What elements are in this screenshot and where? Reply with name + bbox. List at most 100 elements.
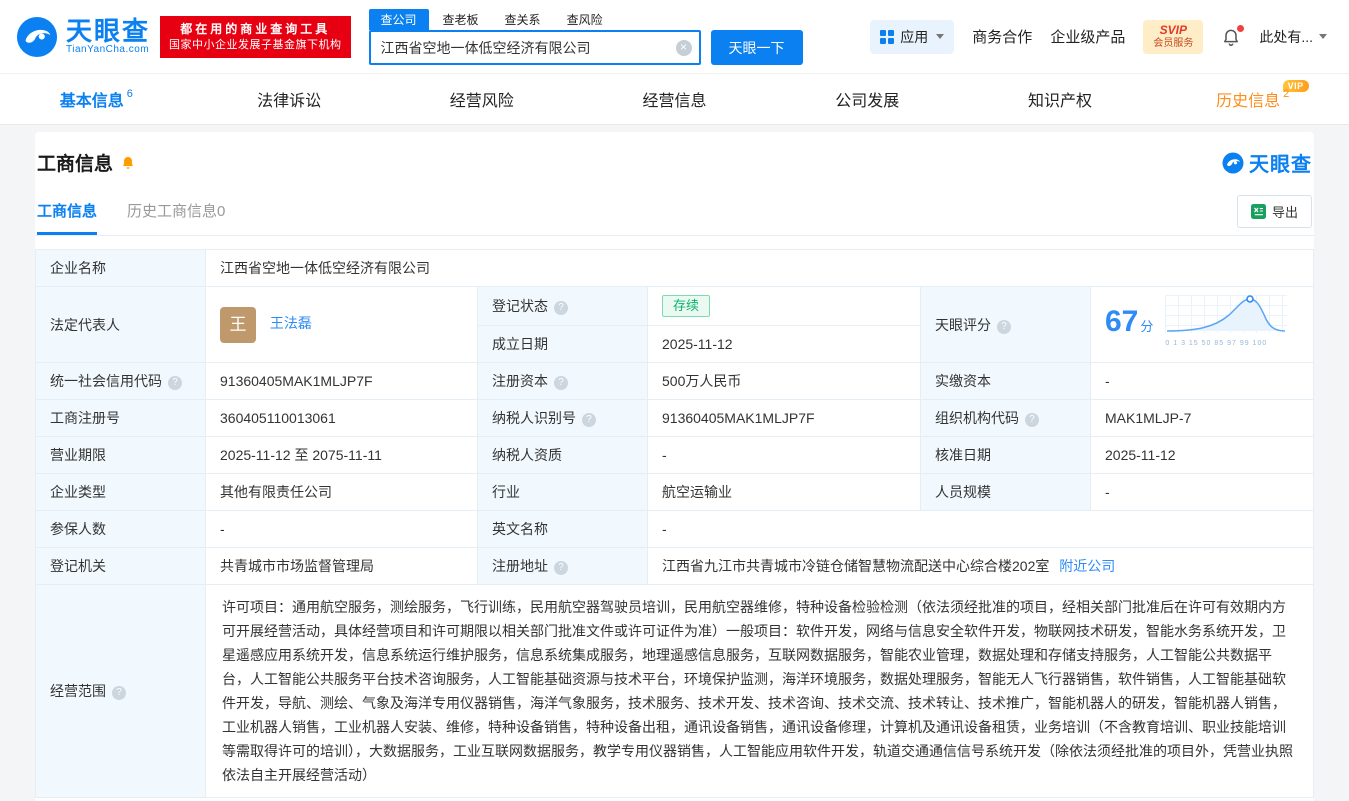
apps-grid-icon bbox=[880, 30, 894, 44]
business-cooperation-link[interactable]: 商务合作 bbox=[972, 26, 1032, 47]
help-icon[interactable]: ? bbox=[554, 301, 568, 315]
notification-dot bbox=[1237, 25, 1244, 32]
business-info-table: 企业名称 江西省空地一体低空经济有限公司 法定代表人 王 王法磊 登记状态? 存… bbox=[35, 249, 1314, 798]
apps-label: 应用 bbox=[900, 27, 928, 47]
tab-count-badge: 6 bbox=[127, 88, 133, 100]
paid-capital-label: 实缴资本 bbox=[921, 363, 1091, 400]
score-curve-chart: 0 1 3 15 50 85 97 99 100 bbox=[1165, 295, 1287, 354]
promo-badge: 都在用的商业查询工具 国家中小企业发展子基金旗下机构 bbox=[160, 16, 351, 58]
tianyancha-watermark-icon bbox=[1222, 152, 1244, 174]
help-icon[interactable]: ? bbox=[997, 320, 1011, 334]
help-icon[interactable]: ? bbox=[554, 376, 568, 390]
nearby-companies-link[interactable]: 附近公司 bbox=[1059, 558, 1115, 574]
search-button[interactable]: 天眼一下 bbox=[711, 30, 803, 65]
credit-code-label: 统一社会信用代码? bbox=[36, 363, 206, 400]
establish-date-label: 成立日期 bbox=[478, 326, 648, 363]
tab-count-badge: 2 bbox=[1283, 88, 1289, 100]
tab-legal-litigation[interactable]: 法律诉讼 bbox=[193, 74, 386, 124]
company-section-nav: 基本信息6 法律诉讼 经营风险 经营信息 公司发展 知识产权 VIP 历史信息2 bbox=[0, 74, 1349, 125]
apps-menu-button[interactable]: 应用 bbox=[870, 20, 954, 54]
score-label: 天眼评分? bbox=[921, 287, 1091, 363]
table-row: 登记机关 共青城市市场监督管理局 注册地址? 江西省九江市共青城市冷链仓储智慧物… bbox=[36, 548, 1314, 585]
legal-rep-link[interactable]: 王法磊 bbox=[270, 315, 312, 331]
help-icon[interactable]: ? bbox=[112, 686, 126, 700]
help-icon[interactable]: ? bbox=[1025, 413, 1039, 427]
search-tab-risk[interactable]: 查风险 bbox=[555, 9, 615, 30]
subtab-business-info[interactable]: 工商信息 bbox=[37, 200, 97, 235]
logo-subtitle: TianYanCha.com bbox=[66, 44, 150, 55]
paid-capital-value: - bbox=[1091, 363, 1314, 400]
header-menu: 应用 商务合作 企业级产品 SVIP 会员服务 此处有... bbox=[870, 20, 1327, 54]
org-code-value: MAK1MLJP-7 bbox=[1091, 400, 1314, 437]
staff-size-label: 人员规模 bbox=[921, 474, 1091, 511]
chevron-down-icon bbox=[936, 34, 944, 39]
business-term-value: 2025-11-12 至 2075-11-11 bbox=[206, 437, 478, 474]
company-type-label: 企业类型 bbox=[36, 474, 206, 511]
search-block: 查公司 查老板 查关系 查风险 × 天眼一下 bbox=[369, 8, 803, 65]
score-curve bbox=[1165, 295, 1287, 333]
tab-history-info[interactable]: VIP 历史信息2 bbox=[1156, 74, 1349, 124]
industry-value: 航空运输业 bbox=[648, 474, 921, 511]
score-value: 67分 0 1 3 15 50 85 97 99 100 bbox=[1091, 287, 1314, 363]
reg-capital-label: 注册资本? bbox=[478, 363, 648, 400]
legal-rep-avatar[interactable]: 王 bbox=[220, 307, 256, 343]
help-icon[interactable]: ? bbox=[168, 376, 182, 390]
business-scope-label: 经营范围? bbox=[36, 585, 206, 798]
insured-count-label: 参保人数 bbox=[36, 511, 206, 548]
search-tabs: 查公司 查老板 查关系 查风险 bbox=[369, 8, 803, 30]
taxpayer-id-value: 91360405MAK1MLJP7F bbox=[648, 400, 921, 437]
staff-size-value: - bbox=[1091, 474, 1314, 511]
approval-date-label: 核准日期 bbox=[921, 437, 1091, 474]
table-row: 营业期限 2025-11-12 至 2075-11-11 纳税人资质 - 核准日… bbox=[36, 437, 1314, 474]
company-type-value: 其他有限责任公司 bbox=[206, 474, 478, 511]
help-icon[interactable]: ? bbox=[582, 413, 596, 427]
company-name-label: 企业名称 bbox=[36, 250, 206, 287]
logo-title: 天眼查 bbox=[66, 18, 150, 44]
reg-authority-label: 登记机关 bbox=[36, 548, 206, 585]
english-name-value: - bbox=[648, 511, 1314, 548]
notification-bell-button[interactable] bbox=[1221, 27, 1241, 47]
tab-operation-info[interactable]: 经营信息 bbox=[578, 74, 771, 124]
tianyancha-logo[interactable]: 天眼查 TianYanCha.com bbox=[16, 16, 150, 58]
industry-label: 行业 bbox=[478, 474, 648, 511]
user-account-menu[interactable]: 此处有... bbox=[1259, 27, 1327, 47]
reg-status-value: 存续 bbox=[648, 287, 921, 326]
reg-number-value: 360405110013061 bbox=[206, 400, 478, 437]
reg-number-label: 工商注册号 bbox=[36, 400, 206, 437]
search-tab-relation[interactable]: 查关系 bbox=[493, 9, 553, 30]
taxpayer-id-label: 纳税人识别号? bbox=[478, 400, 648, 437]
help-icon[interactable]: ? bbox=[554, 561, 568, 575]
taxpayer-qualification-value: - bbox=[648, 437, 921, 474]
export-button[interactable]: 导出 bbox=[1237, 195, 1312, 228]
enterprise-product-link[interactable]: 企业级产品 bbox=[1050, 26, 1125, 47]
tab-basic-info[interactable]: 基本信息6 bbox=[0, 74, 193, 124]
reg-status-label: 登记状态? bbox=[478, 287, 648, 326]
search-tab-boss[interactable]: 查老板 bbox=[431, 9, 491, 30]
tab-company-development[interactable]: 公司发展 bbox=[771, 74, 964, 124]
taxpayer-qualification-label: 纳税人资质 bbox=[478, 437, 648, 474]
business-scope-value: 许可项目：通用航空服务，测绘服务，飞行训练，民用航空器驾驶员培训，民用航空器维修… bbox=[206, 585, 1314, 798]
score-number: 67分 bbox=[1105, 312, 1153, 337]
notice-bell-icon[interactable] bbox=[120, 155, 136, 171]
search-input[interactable] bbox=[369, 30, 701, 65]
company-name-value: 江西省空地一体低空经济有限公司 bbox=[206, 250, 1314, 287]
business-info-card: 工商信息 天眼查 工商信息 历史工商信息0 导出 bbox=[35, 132, 1314, 801]
reg-capital-value: 500万人民币 bbox=[648, 363, 921, 400]
tab-operation-risk[interactable]: 经营风险 bbox=[385, 74, 578, 124]
main-content: 工商信息 天眼查 工商信息 历史工商信息0 导出 bbox=[0, 125, 1349, 801]
user-name: 此处有... bbox=[1259, 27, 1313, 47]
tab-intellectual-property[interactable]: 知识产权 bbox=[964, 74, 1157, 124]
score-axis-labels: 0 1 3 15 50 85 97 99 100 bbox=[1165, 334, 1287, 354]
table-row: 法定代表人 王 王法磊 登记状态? 存续 天眼评分? 67分 bbox=[36, 287, 1314, 326]
reg-authority-value: 共青城市市场监督管理局 bbox=[206, 548, 478, 585]
reg-address-label: 注册地址? bbox=[478, 548, 648, 585]
search-tab-company[interactable]: 查公司 bbox=[369, 9, 429, 30]
clear-search-icon[interactable]: × bbox=[676, 40, 692, 56]
svip-member-badge[interactable]: SVIP 会员服务 bbox=[1143, 20, 1203, 54]
subtab-history-business-info[interactable]: 历史工商信息0 bbox=[127, 200, 225, 235]
org-code-label: 组织机构代码? bbox=[921, 400, 1091, 437]
table-row: 企业名称 江西省空地一体低空经济有限公司 bbox=[36, 250, 1314, 287]
chevron-down-icon bbox=[1319, 34, 1327, 39]
section-title: 工商信息 bbox=[37, 149, 113, 176]
table-row: 参保人数 - 英文名称 - bbox=[36, 511, 1314, 548]
